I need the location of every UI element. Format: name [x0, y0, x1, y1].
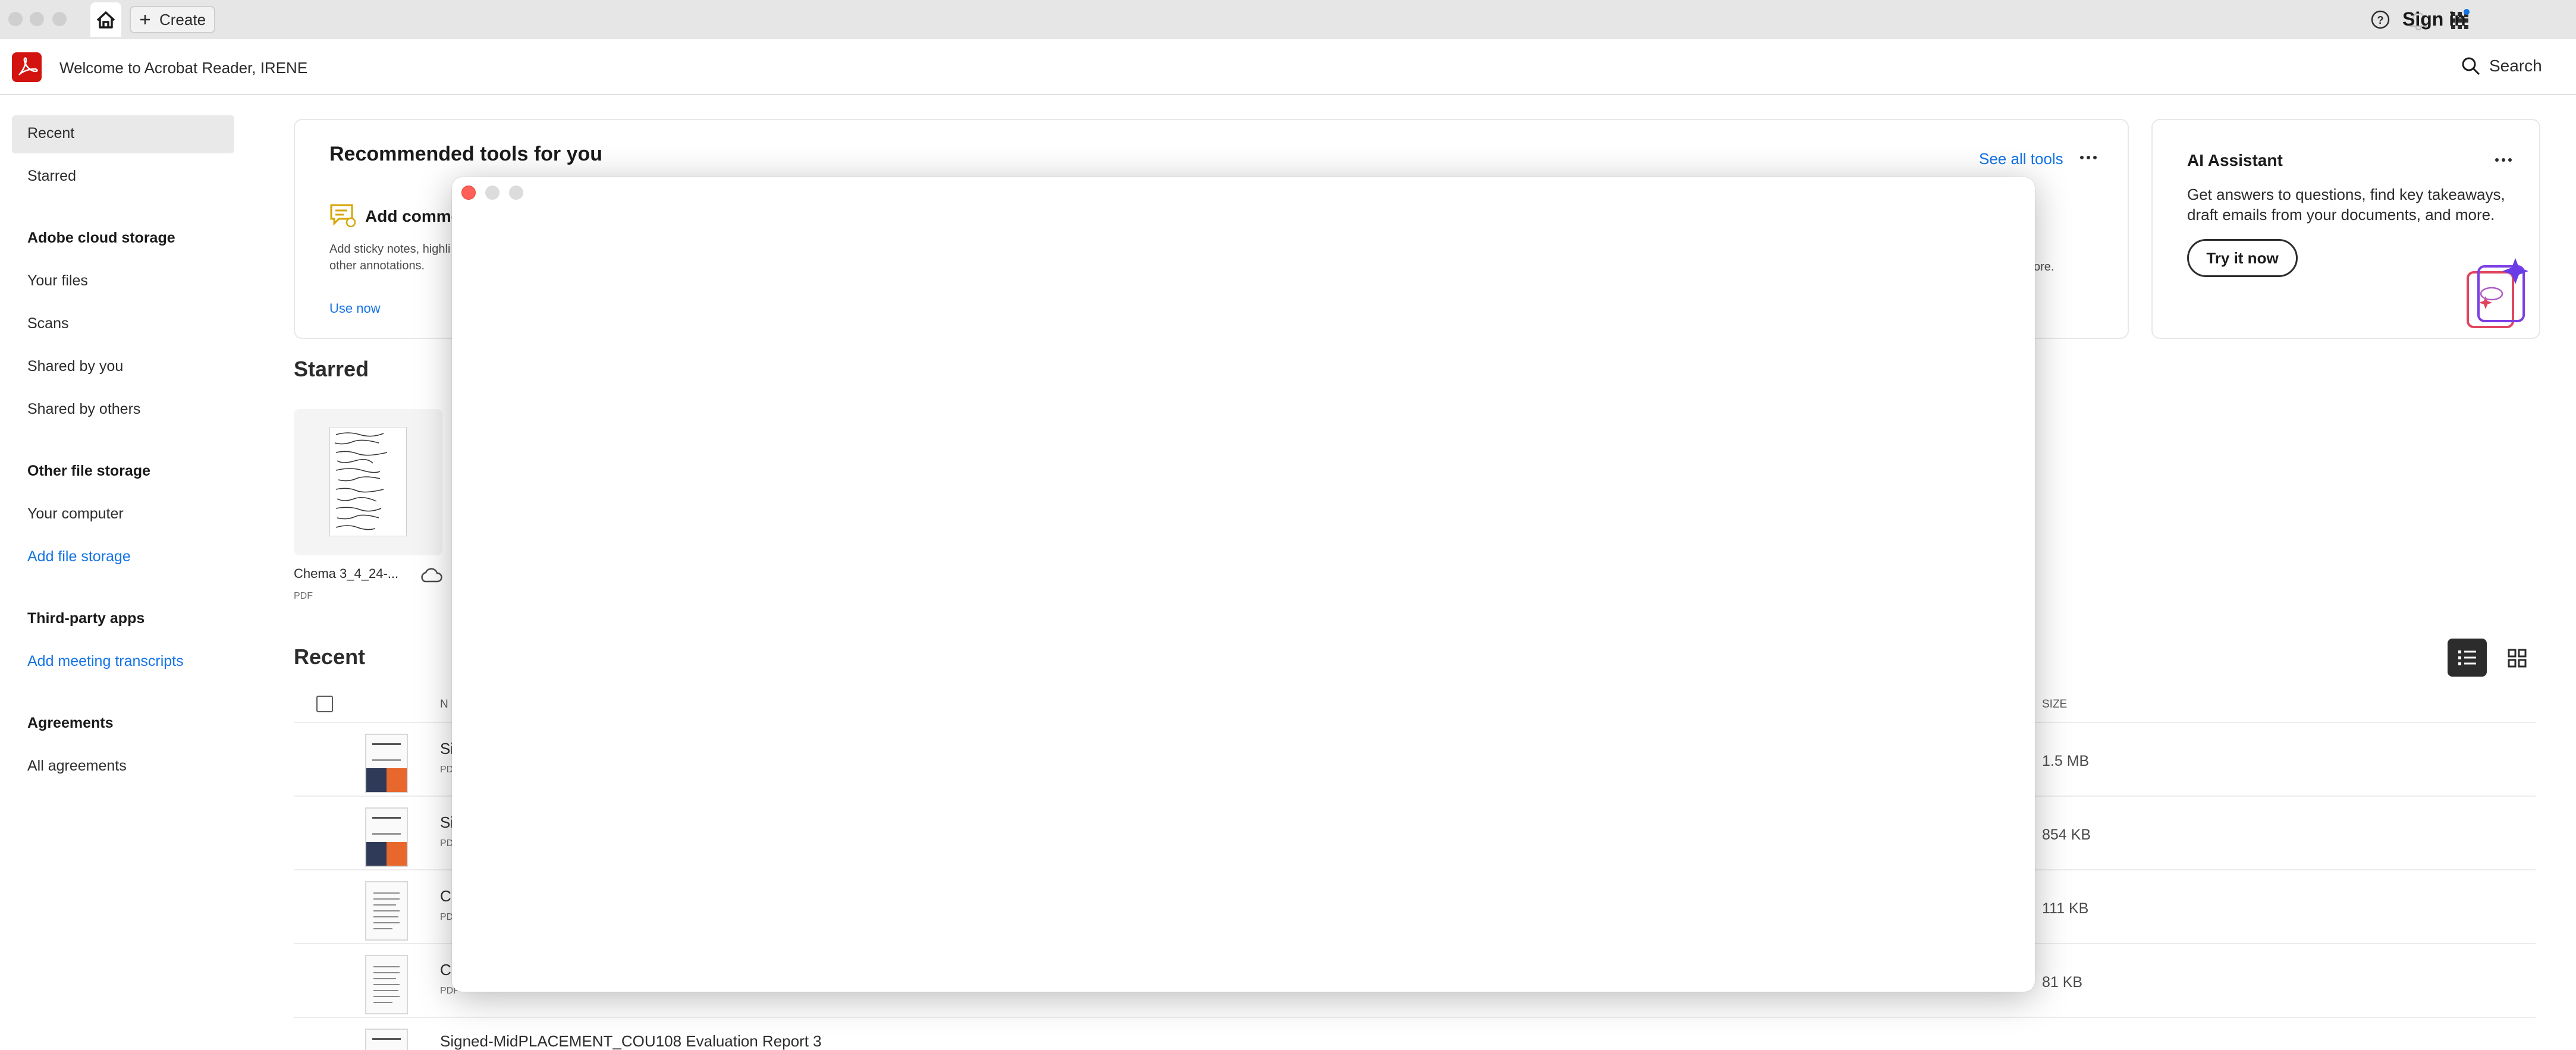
file-type: PD — [440, 838, 454, 848]
window-close-button[interactable] — [8, 12, 23, 26]
help-icon[interactable]: ? — [2370, 10, 2390, 30]
sidebar-heading-cloud: Adobe cloud storage — [27, 230, 175, 246]
table-row[interactable]: Signed-MidPLACEMENT_COU108 Evaluation Re… — [294, 1018, 2536, 1050]
sidebar-item-scans[interactable]: Scans — [27, 315, 68, 332]
ai-assistant-illustration-icon — [2467, 258, 2528, 328]
see-all-tools-link[interactable]: See all tools — [1979, 150, 2063, 168]
sign-in-button[interactable]: Sign in — [2402, 8, 2466, 30]
modal-window[interactable] — [452, 177, 2035, 992]
sidebar-item-your-computer[interactable]: Your computer — [27, 505, 124, 523]
tab-bar: Create ? Sign in — [0, 0, 2576, 39]
sidebar-heading-other: Other file storage — [27, 463, 150, 479]
starred-file-type: PDF — [294, 591, 313, 601]
file-name: C — [440, 887, 451, 905]
sidebar-item-recent[interactable]: Recent — [27, 125, 74, 142]
grid-view-icon[interactable] — [2507, 648, 2527, 668]
sidebar-heading-agreements: Agreements — [27, 715, 114, 731]
ai-assistant-card: AI Assistant Get answers to questions, f… — [2151, 119, 2540, 339]
comment-tool-icon — [330, 204, 356, 227]
tool-description-line-2: other annotations. — [329, 259, 425, 272]
app-header: Welcome to Acrobat Reader, IRENE Search — [0, 39, 2576, 95]
search-button[interactable]: Search — [2461, 56, 2542, 76]
search-label: Search — [2489, 56, 2542, 75]
modal-close-button[interactable] — [461, 186, 476, 200]
ai-assistant-title: AI Assistant — [2187, 151, 2283, 169]
home-icon — [96, 11, 115, 29]
try-it-now-button[interactable]: Try it now — [2187, 239, 2298, 277]
search-icon — [2462, 57, 2480, 76]
ai-assistant-desc-line-2: draft emails from your documents, and mo… — [2187, 206, 2495, 224]
column-header-name[interactable]: N — [440, 698, 448, 711]
starred-file-name[interactable]: Chema 3_4_24-... — [294, 566, 398, 581]
starred-heading: Starred — [294, 357, 369, 381]
file-thumbnail — [365, 734, 408, 793]
cloud-icon — [421, 568, 442, 583]
file-type: PD — [440, 765, 454, 775]
handwritten-page-preview — [329, 427, 407, 536]
file-thumbnail — [365, 1029, 408, 1050]
list-view-icon — [2458, 650, 2476, 665]
acrobat-logo-icon — [12, 52, 42, 82]
sidebar-item-add-meeting-transcripts[interactable]: Add meeting transcripts — [27, 653, 184, 670]
ai-assistant-desc-line-1: Get answers to questions, find key takea… — [2187, 186, 2505, 203]
file-size: 1.5 MB — [2042, 753, 2090, 769]
more-horizontal-icon[interactable] — [2079, 153, 2098, 162]
create-label: Create — [159, 10, 206, 29]
file-size: 854 KB — [2042, 826, 2091, 843]
create-button[interactable]: Create — [130, 6, 215, 33]
sidebar-item-your-files[interactable]: Your files — [27, 272, 88, 290]
file-thumbnail — [365, 955, 408, 1014]
list-view-button[interactable] — [2448, 639, 2487, 677]
file-name: Signed-MidPLACEMENT_COU108 Evaluation Re… — [440, 1032, 822, 1050]
file-thumbnail — [365, 807, 408, 867]
recent-heading: Recent — [294, 645, 366, 669]
svg-text:?: ? — [2377, 14, 2384, 26]
select-all-checkbox[interactable] — [316, 696, 333, 712]
file-size: 111 KB — [2042, 900, 2089, 917]
sidebar-item-shared-by-you[interactable]: Shared by you — [27, 358, 123, 375]
sidebar-item-shared-by-others[interactable]: Shared by others — [27, 401, 140, 418]
sidebar-item-starred[interactable]: Starred — [27, 168, 76, 185]
tool-description-overflow: ore. — [2034, 260, 2054, 273]
file-size: 81 KB — [2042, 974, 2083, 991]
use-now-link[interactable]: Use now — [329, 301, 381, 316]
file-thumbnail — [365, 881, 408, 941]
file-type: PD — [440, 912, 454, 922]
modal-minimize-button[interactable] — [485, 186, 500, 200]
column-header-size[interactable]: SIZE — [2042, 698, 2067, 711]
recommended-title: Recommended tools for you — [329, 143, 603, 165]
more-horizontal-icon[interactable] — [2494, 156, 2513, 164]
tool-description-line-1: Add sticky notes, highli — [329, 243, 451, 256]
window-zoom-button[interactable] — [52, 12, 67, 26]
sidebar: Recent Starred Adobe cloud storage Your … — [0, 95, 268, 1050]
sidebar-item-all-agreements[interactable]: All agreements — [27, 757, 127, 775]
sidebar-heading-third-party: Third-party apps — [27, 610, 145, 627]
file-name: C — [440, 961, 451, 979]
sidebar-item-add-file-storage[interactable]: Add file storage — [27, 548, 131, 565]
plus-icon — [140, 15, 150, 24]
home-tab[interactable] — [90, 2, 121, 37]
welcome-text: Welcome to Acrobat Reader, IRENE — [59, 59, 308, 77]
starred-file-thumbnail[interactable] — [294, 409, 442, 555]
modal-zoom-button[interactable] — [509, 186, 523, 200]
window-minimize-button[interactable] — [30, 12, 44, 26]
